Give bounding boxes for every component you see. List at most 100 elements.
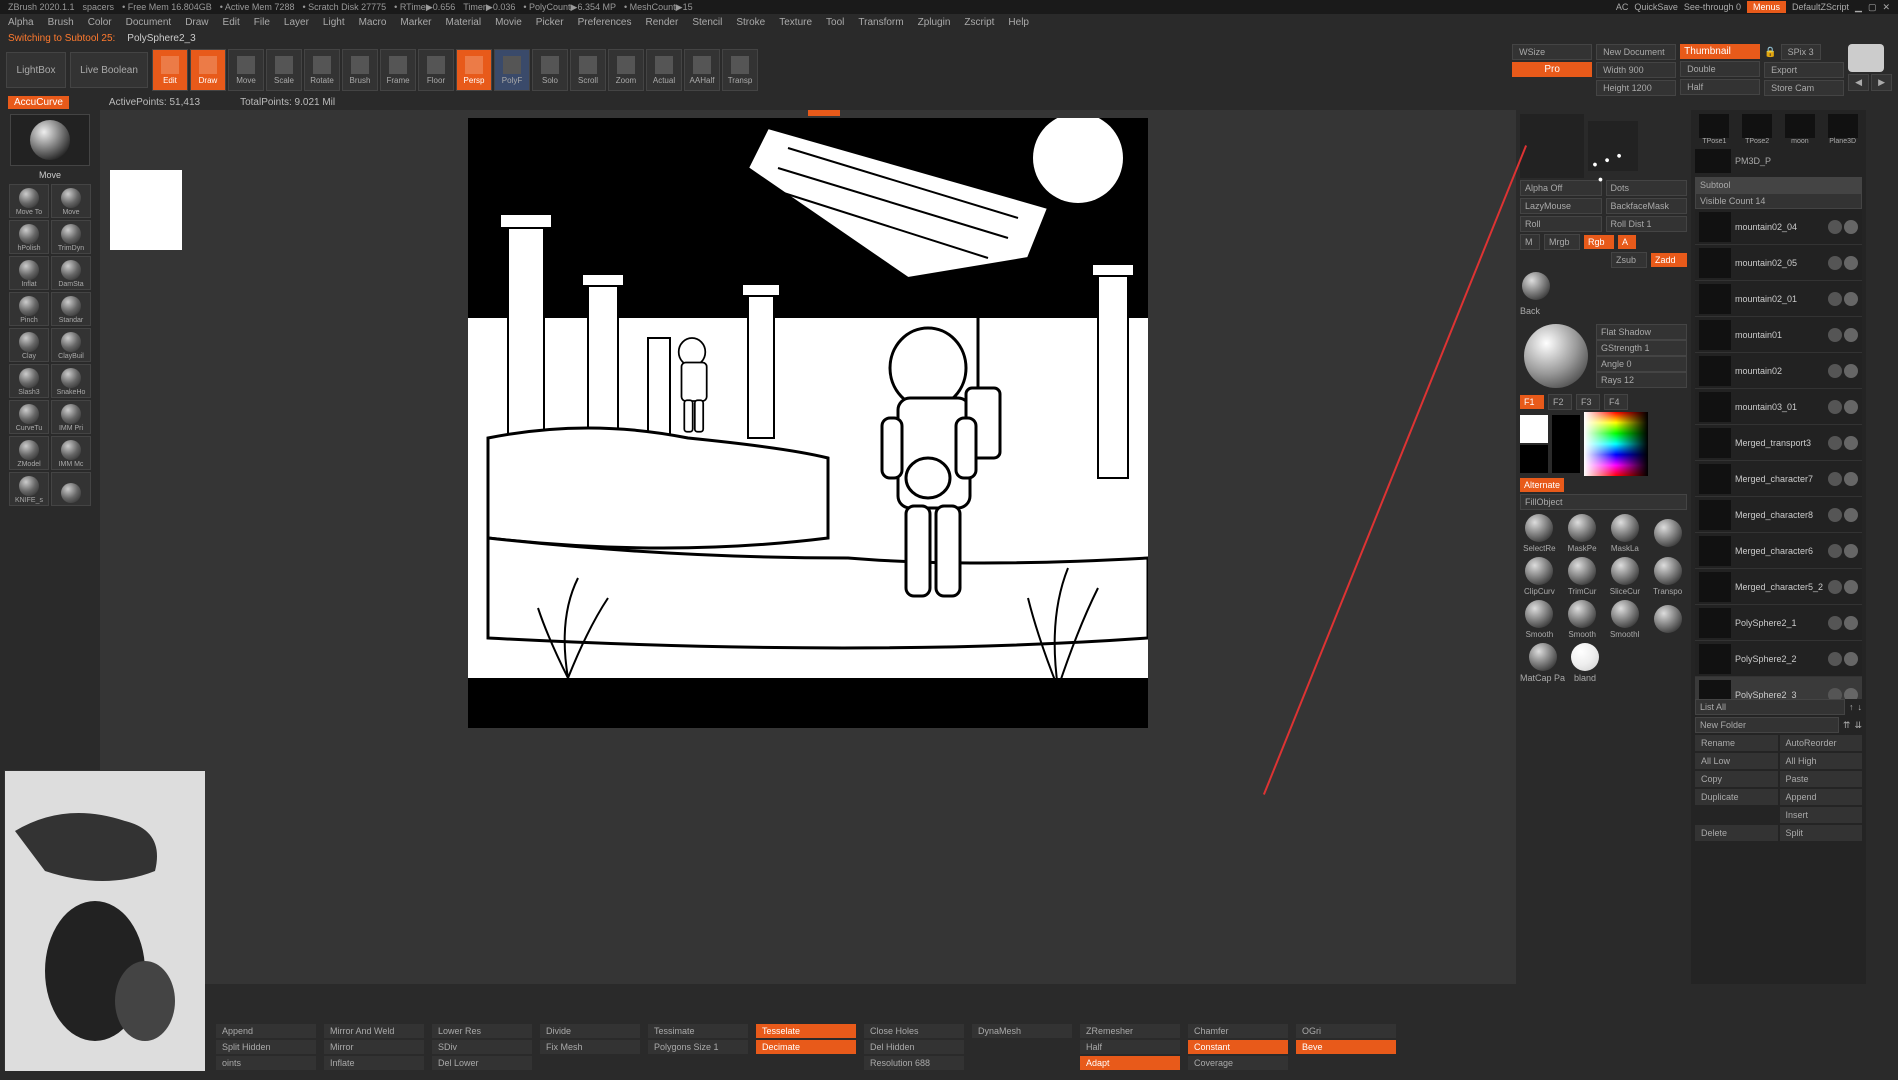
next-arrow-icon[interactable]: ▶ [1871,74,1892,91]
paint-icon[interactable] [1844,328,1858,342]
visibility-icon[interactable] [1828,652,1842,666]
subtool-item-Merged_character6[interactable]: Merged_character6 [1695,533,1862,569]
selectRe-icon[interactable] [1525,514,1553,542]
reference-image[interactable] [4,770,204,1070]
visibility-icon[interactable] [1828,472,1842,486]
tool-thumb[interactable] [1695,149,1731,173]
document-thumbnail[interactable] [110,170,182,250]
toolbar-transp[interactable]: Transp [722,49,758,91]
brush-inflat[interactable]: Inflat [9,256,49,290]
roll[interactable]: Roll [1520,216,1602,232]
paint-icon[interactable] [1844,220,1858,234]
menu-light[interactable]: Light [323,17,345,28]
pro-toggle[interactable]: Pro [1512,62,1592,77]
alpha-off[interactable]: Alpha Off [1520,180,1602,196]
subtool-item-PolySphere2_3[interactable]: PolySphere2_3 [1695,677,1862,699]
canvas-handle[interactable] [808,110,840,116]
toolbar-actual[interactable]: Actual [646,49,682,91]
subtool-item-mountain02_05[interactable]: mountain02_05 [1695,245,1862,281]
bottom-tessimate[interactable]: Tessimate [648,1024,748,1038]
move-up-icon[interactable]: ⇈ [1843,720,1851,731]
bottom-sdiv[interactable]: SDiv [432,1040,532,1054]
list-all[interactable]: List All [1695,699,1845,715]
subtool-item-PolySphere2_1[interactable]: PolySphere2_1 [1695,605,1862,641]
accu-curve[interactable]: AccuCurve [8,96,69,109]
bottom-mirror[interactable]: Mirror [324,1040,424,1054]
menu-marker[interactable]: Marker [400,17,431,28]
append-button[interactable]: Append [1780,789,1863,805]
bottom-adapt[interactable]: Adapt [1080,1056,1180,1070]
bottom-close-holes[interactable]: Close Holes [864,1024,964,1038]
bottom-split-hidden[interactable]: Split Hidden [216,1040,316,1054]
alternate[interactable]: Alternate [1520,478,1564,492]
zsub-toggle[interactable]: Zsub [1611,252,1647,268]
menu-movie[interactable]: Movie [495,17,522,28]
menu-picker[interactable]: Picker [536,17,564,28]
visibility-icon[interactable] [1828,400,1842,414]
menu-draw[interactable]: Draw [185,17,208,28]
clipCurv-icon[interactable] [1525,557,1553,585]
subtool-item-mountain02_04[interactable]: mountain02_04 [1695,209,1862,245]
subtool-item-mountain02[interactable]: mountain02 [1695,353,1862,389]
flat-shadow[interactable]: Flat Shadow [1596,324,1687,340]
toolbar-edit[interactable]: Edit [152,49,188,91]
bottom-lower-res[interactable]: Lower Res [432,1024,532,1038]
smooth2-icon[interactable] [1568,600,1596,628]
project-thumb-TPose2[interactable] [1742,114,1772,138]
fill-object[interactable]: FillObject [1520,494,1687,510]
visibility-icon[interactable] [1828,292,1842,306]
f2[interactable]: F2 [1548,394,1572,410]
matcap-sphere[interactable] [1529,643,1557,671]
material-back-preview[interactable] [1524,324,1588,388]
bottom-fix-mesh[interactable]: Fix Mesh [540,1040,640,1054]
paint-icon[interactable] [1844,400,1858,414]
visibility-icon[interactable] [1828,256,1842,270]
brush-icon[interactable] [1654,519,1682,547]
menu-edit[interactable]: Edit [223,17,240,28]
f3[interactable]: F3 [1576,394,1600,410]
arrow-up-icon[interactable]: ↑ [1849,702,1854,712]
subtool-list[interactable]: mountain02_04mountain02_05mountain02_01m… [1695,209,1862,699]
toolbar-polyf[interactable]: PolyF [494,49,530,91]
stroke-preview[interactable] [1588,121,1638,171]
toolbar-draw[interactable]: Draw [190,49,226,91]
menu-stroke[interactable]: Stroke [736,17,765,28]
project-thumb-moon[interactable] [1785,114,1815,138]
lazy-mouse[interactable]: LazyMouse [1520,198,1602,214]
color-white[interactable] [1520,415,1548,443]
visibility-icon[interactable] [1828,328,1842,342]
store-cam[interactable]: Store Cam [1764,80,1844,96]
menu-layer[interactable]: Layer [284,17,309,28]
window-min-icon[interactable]: ▁ [1855,2,1862,13]
brush-clay[interactable]: Clay [9,328,49,362]
f1[interactable]: F1 [1520,395,1544,409]
brush-snakeho[interactable]: SnakeHo [51,364,91,398]
arrow-down-icon[interactable]: ↓ [1858,702,1863,712]
subtool-item-Merged_transport3[interactable]: Merged_transport3 [1695,425,1862,461]
paint-icon[interactable] [1844,580,1858,594]
export-button[interactable]: Export [1764,62,1844,78]
half[interactable]: Half [1680,79,1760,95]
brush-[interactable] [51,472,91,506]
visibility-icon[interactable] [1828,508,1842,522]
paste-button[interactable]: Paste [1780,771,1863,787]
toolbar-zoom[interactable]: Zoom [608,49,644,91]
toolbar-rotate[interactable]: Rotate [304,49,340,91]
menu-document[interactable]: Document [126,17,172,28]
brush-standar[interactable]: Standar [51,292,91,326]
default-zscript[interactable]: DefaultZScript [1792,2,1849,12]
wsize-field[interactable]: WSize [1512,44,1592,60]
all-high-button[interactable]: All High [1780,753,1863,769]
menu-texture[interactable]: Texture [779,17,812,28]
subtool-item-mountain03_01[interactable]: mountain03_01 [1695,389,1862,425]
brush-curvetu[interactable]: CurveTu [9,400,49,434]
paint-icon[interactable] [1844,472,1858,486]
zadd-toggle[interactable]: Zadd [1651,253,1687,267]
subtool-item-mountain02_01[interactable]: mountain02_01 [1695,281,1862,317]
canvas-area[interactable] [100,110,1516,984]
brush-hpolish[interactable]: hPolish [9,220,49,254]
bpr-preview[interactable] [1848,44,1884,72]
project-thumb-Plane3D[interactable] [1828,114,1858,138]
paint-icon[interactable] [1844,544,1858,558]
bottom-beve[interactable]: Beve [1296,1040,1396,1054]
